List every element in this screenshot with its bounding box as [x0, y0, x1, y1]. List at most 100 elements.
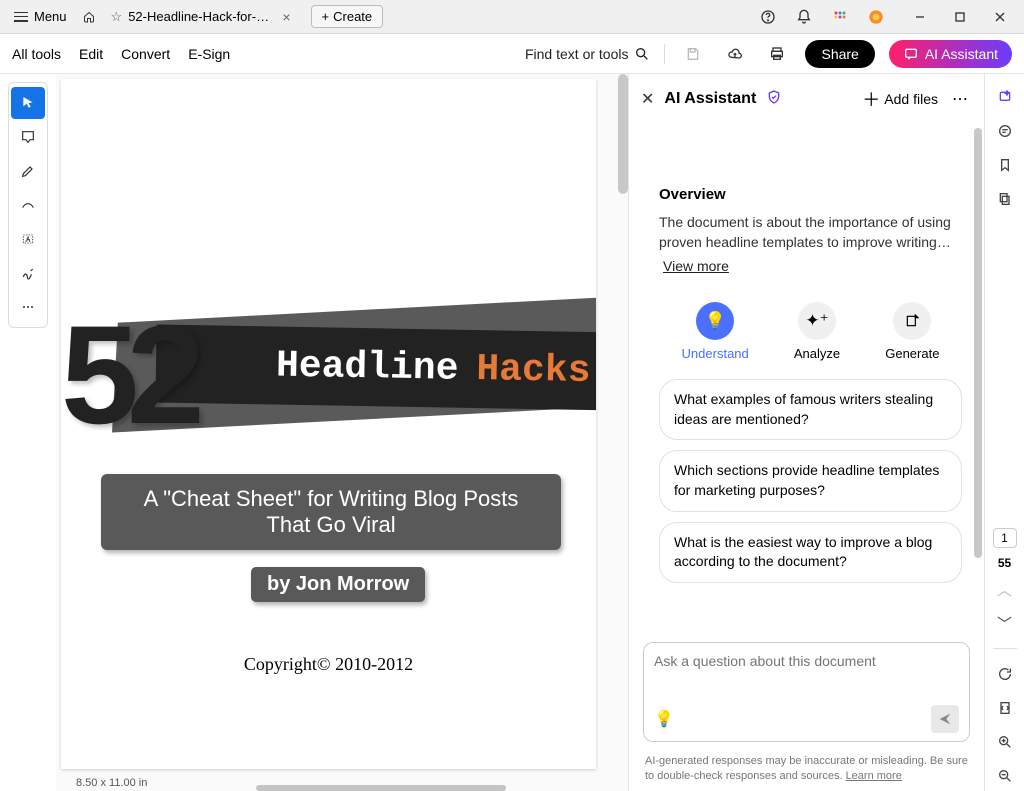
- chat-ai-icon: [903, 46, 919, 62]
- add-files-label: Add files: [884, 91, 938, 107]
- author-box: by Jon Morrow: [251, 567, 425, 602]
- menu-button[interactable]: Menu: [6, 5, 75, 28]
- apps-icon[interactable]: [826, 3, 854, 31]
- total-pages: 55: [998, 556, 1011, 570]
- find-button[interactable]: Find text or tools: [525, 46, 651, 62]
- overview-text: The document is about the importance of …: [659, 213, 962, 252]
- plus-icon: ＋: [862, 86, 880, 112]
- convert-menu[interactable]: Convert: [121, 46, 170, 62]
- svg-text:A: A: [26, 238, 30, 244]
- rotate-icon[interactable]: [990, 659, 1020, 689]
- home-button[interactable]: [75, 3, 103, 31]
- right-tool-rail: 1 55 ︿ ﹀: [984, 74, 1024, 791]
- page-dimensions: 8.50 x 11.00 in: [56, 775, 628, 791]
- subtitle-box: A "Cheat Sheet" for Writing Blog Posts T…: [101, 474, 561, 550]
- understand-label: Understand: [682, 346, 749, 361]
- title-bar: Menu ☆ 52-Headline-Hack-for-T… × + Creat…: [0, 0, 1024, 34]
- ai-question-input[interactable]: [654, 653, 959, 705]
- suggestion-1[interactable]: What examples of famous writers stealing…: [659, 379, 962, 440]
- ai-input-container: 💡: [643, 642, 970, 742]
- profile-icon[interactable]: [862, 3, 890, 31]
- minimize-button[interactable]: [902, 3, 938, 31]
- tab-label: 52-Headline-Hack-for-T…: [128, 9, 272, 24]
- ai-sparkle-icon[interactable]: [990, 82, 1020, 112]
- ai-disclaimer: AI-generated responses may be inaccurate…: [629, 750, 984, 791]
- tab-close-button[interactable]: ×: [278, 9, 294, 25]
- bookmark-icon[interactable]: [990, 150, 1020, 180]
- ai-close-button[interactable]: ✕: [641, 89, 654, 109]
- ai-scrollbar[interactable]: [974, 128, 982, 558]
- learn-more-link[interactable]: Learn more: [846, 770, 902, 782]
- suggestion-2[interactable]: Which sections provide headline template…: [659, 450, 962, 511]
- ai-more-button[interactable]: ⋯: [948, 89, 972, 109]
- create-button[interactable]: + Create: [311, 5, 384, 28]
- prompt-hint-icon[interactable]: 💡: [654, 709, 674, 729]
- suggestion-3[interactable]: What is the easiest way to improve a blo…: [659, 522, 962, 583]
- ai-assistant-button[interactable]: AI Assistant: [889, 40, 1012, 68]
- document-scroll[interactable]: Headline Hacks 52 A "Cheat Sheet" for Wr…: [56, 74, 628, 775]
- generate-action[interactable]: Generate: [885, 302, 939, 361]
- analyze-icon: ✦⁺: [798, 302, 836, 340]
- sign-tool[interactable]: [11, 257, 45, 289]
- page-fit-icon[interactable]: [990, 693, 1020, 723]
- action-row: 💡 Understand ✦⁺ Analyze Generate: [659, 302, 962, 361]
- document-view: Headline Hacks 52 A "Cheat Sheet" for Wr…: [56, 74, 628, 791]
- zoom-in-icon[interactable]: [990, 727, 1020, 757]
- more-tools[interactable]: [11, 291, 45, 323]
- add-files-button[interactable]: ＋ Add files: [862, 86, 938, 112]
- generate-label: Generate: [885, 346, 939, 361]
- document-tab[interactable]: ☆ 52-Headline-Hack-for-T… ×: [103, 5, 303, 29]
- copy-icon[interactable]: [990, 184, 1020, 214]
- maximize-button[interactable]: [942, 3, 978, 31]
- page-1: Headline Hacks 52 A "Cheat Sheet" for Wr…: [61, 79, 596, 769]
- ai-panel-body: Overview The document is about the impor…: [629, 120, 984, 642]
- save-icon[interactable]: [679, 40, 707, 68]
- highlight-tool[interactable]: [11, 155, 45, 187]
- select-tool[interactable]: [11, 87, 45, 119]
- share-button[interactable]: Share: [805, 40, 874, 68]
- comment-tool[interactable]: [11, 121, 45, 153]
- plus-icon: +: [322, 9, 330, 24]
- ai-button-label: AI Assistant: [925, 46, 998, 62]
- search-icon: [634, 46, 650, 62]
- create-label: Create: [333, 9, 372, 24]
- doc-h-scrollbar[interactable]: [256, 785, 506, 791]
- text-box-tool[interactable]: A: [11, 223, 45, 255]
- print-icon[interactable]: [763, 40, 791, 68]
- send-button[interactable]: [931, 705, 959, 733]
- separator: [993, 648, 1017, 649]
- toolbar: All tools Edit Convert E-Sign Find text …: [0, 34, 1024, 74]
- summary-icon[interactable]: [990, 116, 1020, 146]
- headline-word: Headline: [276, 344, 459, 390]
- ai-assistant-panel: ✕ AI Assistant ＋ Add files ⋯ Overview Th…: [628, 74, 984, 791]
- copyright-text: Copyright© 2010-2012: [61, 654, 596, 675]
- current-page-input[interactable]: 1: [993, 528, 1017, 548]
- left-tool-rail: A: [0, 74, 56, 791]
- lightbulb-icon: 💡: [696, 302, 734, 340]
- edit-menu[interactable]: Edit: [79, 46, 103, 62]
- star-icon: ☆: [111, 9, 123, 25]
- zoom-out-icon[interactable]: [990, 761, 1020, 791]
- notification-icon[interactable]: [790, 3, 818, 31]
- page-up-button[interactable]: ︿: [990, 574, 1020, 604]
- overview-heading: Overview: [659, 186, 962, 203]
- esign-menu[interactable]: E-Sign: [188, 46, 230, 62]
- cloud-upload-icon[interactable]: [721, 40, 749, 68]
- close-button[interactable]: [982, 3, 1018, 31]
- separator: [664, 44, 665, 64]
- all-tools-menu[interactable]: All tools: [12, 46, 61, 62]
- help-icon[interactable]: [754, 3, 782, 31]
- title-number: 52: [61, 294, 193, 456]
- shield-icon: [766, 89, 782, 110]
- draw-tool[interactable]: [11, 189, 45, 221]
- page-down-button[interactable]: ﹀: [990, 608, 1020, 638]
- menu-label: Menu: [34, 9, 67, 24]
- ai-panel-title: AI Assistant: [664, 90, 756, 108]
- main-area: A Headline Hacks 52 A "Cheat Sheet" for …: [0, 74, 1024, 791]
- view-more-link[interactable]: View more: [663, 258, 729, 274]
- doc-v-scrollbar[interactable]: [618, 74, 628, 775]
- analyze-action[interactable]: ✦⁺ Analyze: [794, 302, 840, 361]
- hacks-word: Hacks: [476, 348, 591, 393]
- understand-action[interactable]: 💡 Understand: [682, 302, 749, 361]
- tool-box: A: [8, 82, 48, 328]
